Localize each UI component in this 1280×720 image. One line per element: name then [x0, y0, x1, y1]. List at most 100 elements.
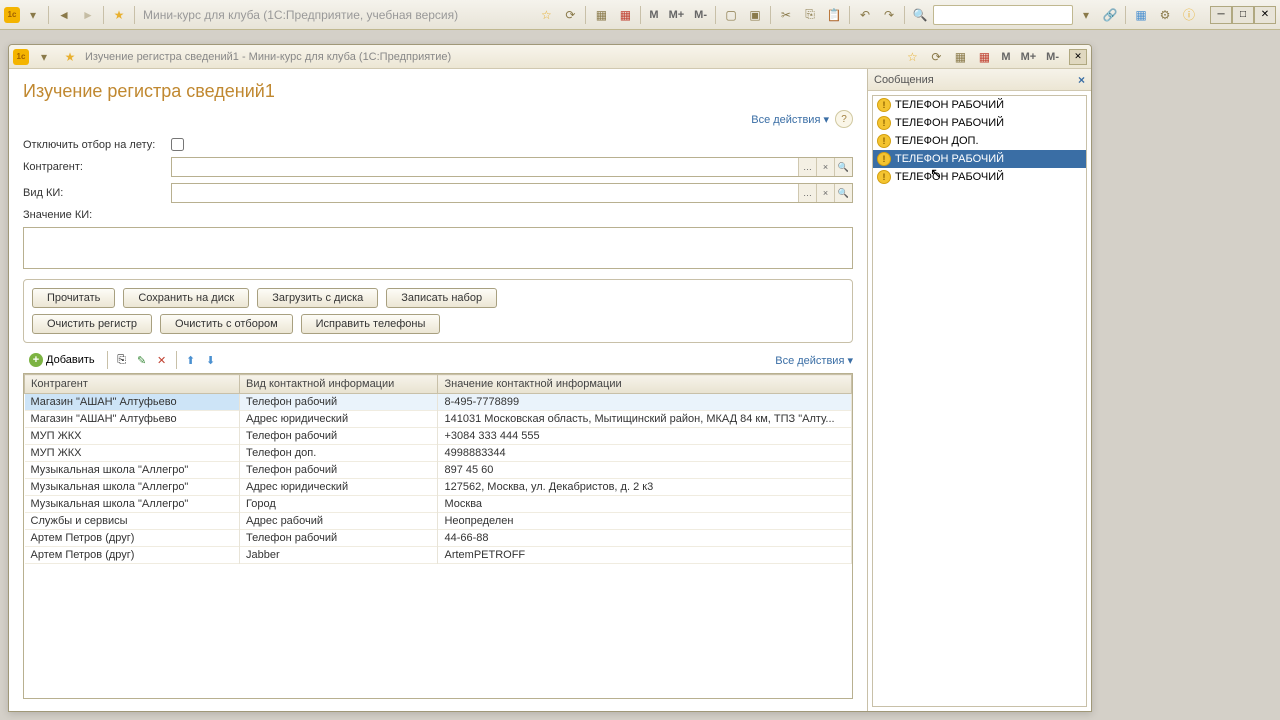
move-down-icon[interactable]: ⬇	[203, 352, 219, 368]
sub-window: 1c ▾ ★ Изучение регистра сведений1 - Мин…	[8, 44, 1092, 712]
ci-type-clear-icon[interactable]: ×	[816, 184, 834, 202]
dropdown-icon[interactable]: ▾	[22, 4, 44, 26]
contractor-search-icon[interactable]: 🔍	[834, 158, 852, 176]
ci-type-label: Вид КИ:	[23, 187, 163, 199]
m-plus-button[interactable]: M+	[665, 9, 689, 21]
table-row[interactable]: Магазин "АШАН" АлтуфьевоАдрес юридически…	[25, 411, 852, 428]
add-icon: +	[29, 353, 43, 367]
logo-1c-icon: 1c	[4, 7, 20, 23]
copy-row-icon[interactable]: ⎘	[114, 352, 130, 368]
sub-calendar-icon[interactable]: ▦	[973, 46, 995, 68]
sub-favorite-icon[interactable]: ★	[59, 46, 81, 68]
save-disk-button[interactable]: Сохранить на диск	[123, 288, 249, 308]
redo-icon[interactable]: ↷	[878, 4, 900, 26]
table-row[interactable]: Музыкальная школа "Аллегро"ГородМосква	[25, 496, 852, 513]
disable-filter-label: Отключить отбор на лету:	[23, 139, 163, 151]
table-row[interactable]: Артем Петров (друг)JabberArtemPETROFF	[25, 547, 852, 564]
sub-close-button[interactable]: ✕	[1069, 49, 1087, 65]
add-label: Добавить	[46, 354, 95, 366]
sub-titlebar: 1c ▾ ★ Изучение регистра сведений1 - Мин…	[9, 45, 1091, 69]
windows-icon[interactable]: ▦	[1130, 4, 1152, 26]
delete-row-icon[interactable]: ✕	[154, 352, 170, 368]
find-icon[interactable]: 🔍	[909, 4, 931, 26]
write-set-button[interactable]: Записать набор	[386, 288, 497, 308]
clear-filter-button[interactable]: Очистить с отбором	[160, 314, 293, 334]
table-row[interactable]: Артем Петров (друг)Телефон рабочий44-66-…	[25, 530, 852, 547]
favorite-icon[interactable]: ★	[108, 4, 130, 26]
open-icon[interactable]: ▣	[744, 4, 766, 26]
m-minus-button[interactable]: M-	[690, 9, 711, 21]
table-row[interactable]: Музыкальная школа "Аллегро"Телефон рабоч…	[25, 462, 852, 479]
table-row[interactable]: Музыкальная школа "Аллегро"Адрес юридиче…	[25, 479, 852, 496]
settings-icon[interactable]: ⚙	[1154, 4, 1176, 26]
link-icon[interactable]: 🔗	[1099, 4, 1121, 26]
sub-window-title: Изучение регистра сведений1 - Мини-курс …	[85, 51, 451, 63]
table-row[interactable]: МУП ЖКХТелефон рабочий+3084 333 444 555	[25, 428, 852, 445]
add-button[interactable]: + Добавить	[23, 351, 101, 369]
list-all-actions-link[interactable]: Все действия ▾	[775, 354, 853, 367]
nav-back-icon[interactable]: ◄	[53, 4, 75, 26]
disable-filter-checkbox[interactable]	[171, 138, 184, 151]
cut-icon[interactable]: ✂	[775, 4, 797, 26]
grid-column-header[interactable]: Значение контактной информации	[438, 375, 852, 394]
sub-m-minus-button[interactable]: M-	[1042, 51, 1063, 63]
new-icon[interactable]: ▢	[720, 4, 742, 26]
message-item[interactable]: !ТЕЛЕФОН ДОП.	[873, 132, 1086, 150]
sub-refresh-icon[interactable]: ⟳	[925, 46, 947, 68]
star-icon[interactable]: ☆	[535, 4, 557, 26]
messages-list[interactable]: !ТЕЛЕФОН РАБОЧИЙ!ТЕЛЕФОН РАБОЧИЙ!ТЕЛЕФОН…	[872, 95, 1087, 707]
copy-icon[interactable]: ⎘	[799, 4, 821, 26]
calendar-icon[interactable]: ▦	[614, 4, 636, 26]
ci-type-input[interactable]	[172, 184, 798, 202]
paste-icon[interactable]: 📋	[823, 4, 845, 26]
ci-type-select-icon[interactable]: …	[798, 184, 816, 202]
contractor-input[interactable]	[172, 158, 798, 176]
close-button[interactable]: ✕	[1254, 6, 1276, 24]
ci-type-search-icon[interactable]: 🔍	[834, 184, 852, 202]
undo-icon[interactable]: ↶	[854, 4, 876, 26]
nav-forward-icon[interactable]: ►	[77, 4, 99, 26]
sub-m-button[interactable]: M	[997, 51, 1014, 63]
grid-column-header[interactable]: Вид контактной информации	[240, 375, 438, 394]
sub-calc-icon[interactable]: ▦	[949, 46, 971, 68]
all-actions-link[interactable]: Все действия ▾	[751, 113, 829, 126]
fix-phones-button[interactable]: Исправить телефоны	[301, 314, 441, 334]
table-row[interactable]: МУП ЖКХТелефон доп.4998883344	[25, 445, 852, 462]
main-panel: Изучение регистра сведений1 Все действия…	[9, 69, 867, 711]
app-title: Мини-курс для клуба (1С:Предприятие, уче…	[143, 8, 458, 22]
sub-dropdown-icon[interactable]: ▾	[33, 46, 55, 68]
contractor-select-icon[interactable]: …	[798, 158, 816, 176]
message-item[interactable]: !ТЕЛЕФОН РАБОЧИЙ	[873, 168, 1086, 186]
table-row[interactable]: Службы и сервисыАдрес рабочийНеопределен	[25, 513, 852, 530]
sub-m-plus-button[interactable]: M+	[1017, 51, 1041, 63]
warning-icon: !	[877, 152, 891, 166]
messages-close-icon[interactable]: ×	[1078, 73, 1085, 87]
refresh-icon[interactable]: ⟳	[559, 4, 581, 26]
minimize-button[interactable]: ─	[1210, 6, 1232, 24]
sub-star-icon[interactable]: ☆	[901, 46, 923, 68]
move-up-icon[interactable]: ⬆	[183, 352, 199, 368]
clear-register-button[interactable]: Очистить регистр	[32, 314, 152, 334]
ci-value-textarea[interactable]	[24, 228, 852, 268]
logo-1c-icon: 1c	[13, 49, 29, 65]
edit-row-icon[interactable]: ✎	[134, 352, 150, 368]
calc-icon[interactable]: ▦	[590, 4, 612, 26]
info-icon[interactable]: ⓘ	[1178, 4, 1200, 26]
read-button[interactable]: Прочитать	[32, 288, 115, 308]
data-grid[interactable]: КонтрагентВид контактной информацииЗначе…	[23, 373, 853, 699]
contractor-clear-icon[interactable]: ×	[816, 158, 834, 176]
load-disk-button[interactable]: Загрузить с диска	[257, 288, 378, 308]
grid-column-header[interactable]: Контрагент	[25, 375, 240, 394]
messages-title: Сообщения	[874, 74, 934, 86]
maximize-button[interactable]: □	[1232, 6, 1254, 24]
toolbar-search-input[interactable]	[933, 5, 1073, 25]
search-go-icon[interactable]: ▾	[1075, 4, 1097, 26]
window-controls: ─ □ ✕	[1210, 6, 1276, 24]
message-item[interactable]: !ТЕЛЕФОН РАБОЧИЙ	[873, 114, 1086, 132]
m-button[interactable]: M	[645, 9, 662, 21]
help-icon[interactable]: ?	[835, 110, 853, 128]
table-row[interactable]: Магазин "АШАН" АлтуфьевоТелефон рабочий8…	[25, 394, 852, 411]
warning-icon: !	[877, 98, 891, 112]
message-item[interactable]: !ТЕЛЕФОН РАБОЧИЙ	[873, 96, 1086, 114]
message-item[interactable]: !ТЕЛЕФОН РАБОЧИЙ	[873, 150, 1086, 168]
